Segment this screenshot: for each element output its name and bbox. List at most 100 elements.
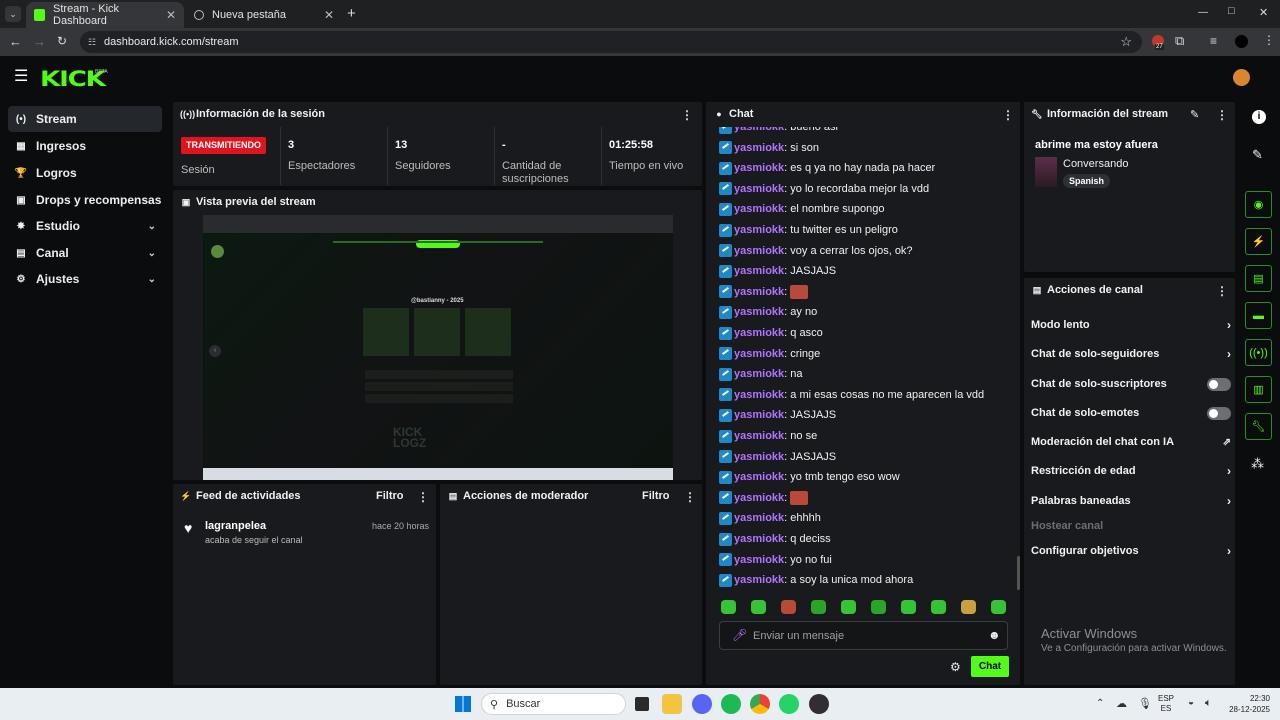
- maximize-button[interactable]: □: [1228, 5, 1235, 17]
- chat-message[interactable]: yasmiokk: ay no: [719, 304, 817, 320]
- close-window-button[interactable]: ✕: [1259, 6, 1268, 19]
- chat-message[interactable]: yasmiokk: yo tmb tengo eso wow: [719, 469, 900, 485]
- rail-button-document[interactable]: ▤: [1245, 265, 1272, 292]
- chat-username[interactable]: yasmiokk: [734, 348, 784, 360]
- quick-emote[interactable]: [901, 600, 916, 614]
- chat-username[interactable]: yasmiokk: [734, 574, 784, 586]
- chat-username[interactable]: yasmiokk: [734, 245, 784, 257]
- media-control-icon[interactable]: ≡: [1210, 34, 1217, 48]
- more-options-icon[interactable]: ⋮: [417, 490, 429, 504]
- stream-preview-video[interactable]: @bastianny - 2025 KICK LOGZ ‹: [203, 215, 673, 480]
- discord-icon[interactable]: [692, 694, 712, 714]
- chat-username[interactable]: yasmiokk: [734, 327, 784, 339]
- edit-icon[interactable]: ✎: [1252, 147, 1263, 163]
- followers-only-row[interactable]: Chat de solo-seguidores ›: [1031, 345, 1231, 363]
- user-avatar[interactable]: [1233, 69, 1250, 86]
- chat-username[interactable]: yasmiokk: [734, 286, 784, 298]
- quick-emote[interactable]: [811, 600, 826, 614]
- more-options-icon[interactable]: ⋮: [1216, 108, 1228, 122]
- mod-filter-button[interactable]: Filtro: [642, 490, 670, 502]
- extensions-puzzle-icon[interactable]: ⧉: [1175, 33, 1184, 49]
- tab-close-icon[interactable]: ✕: [324, 8, 334, 22]
- sidebar-item-estudio[interactable]: ✸ Estudio ⌄: [8, 213, 162, 239]
- chat-username[interactable]: yasmiokk: [734, 389, 784, 401]
- address-bar[interactable]: ☷ dashboard.kick.com/stream ☆: [80, 31, 1142, 53]
- chat-username[interactable]: yasmiokk: [734, 451, 784, 463]
- activity-filter-button[interactable]: Filtro: [376, 490, 404, 502]
- language-indicator[interactable]: ESP ES: [1158, 694, 1174, 714]
- subscribers-only-toggle[interactable]: [1207, 377, 1231, 391]
- emoji-icon[interactable]: ☻: [988, 628, 1001, 642]
- chat-message[interactable]: yasmiokk: voy a cerrar los ojos, ok?: [719, 243, 913, 259]
- chat-username[interactable]: yasmiokk: [734, 224, 784, 236]
- profile-avatar[interactable]: [1235, 35, 1248, 48]
- quick-emote[interactable]: [751, 600, 766, 614]
- chrome-icon[interactable]: [750, 694, 770, 714]
- chat-options-icon[interactable]: ⋮: [1002, 108, 1014, 122]
- rail-button-camera[interactable]: ◉: [1245, 191, 1272, 218]
- back-icon[interactable]: ←: [9, 34, 22, 49]
- windows-start-icon[interactable]: [455, 696, 471, 712]
- new-tab-button[interactable]: +: [347, 5, 356, 22]
- chat-username[interactable]: yasmiokk: [734, 533, 784, 545]
- chat-message[interactable]: yasmiokk: JASJAJS: [719, 263, 836, 279]
- rail-button-lightning[interactable]: ⚡: [1245, 228, 1272, 255]
- mic-tray-icon[interactable]: 🎙︎: [1138, 697, 1152, 710]
- forward-icon[interactable]: →: [33, 34, 46, 49]
- chat-message[interactable]: yasmiokk: si son: [719, 140, 819, 156]
- chat-settings-icon[interactable]: ⚙: [950, 660, 961, 674]
- task-view-icon[interactable]: [635, 697, 649, 711]
- more-options-icon[interactable]: ⋮: [1216, 284, 1228, 298]
- chat-message[interactable]: yasmiokk: JASJAJS: [719, 407, 836, 423]
- chat-message[interactable]: yasmiokk: na: [719, 366, 803, 382]
- tray-chevron-icon[interactable]: ⌃: [1096, 698, 1104, 709]
- tab-search-button[interactable]: ⌄: [5, 6, 21, 22]
- chat-scrollbar[interactable]: [1017, 556, 1020, 590]
- chat-message[interactable]: yasmiokk: no se: [719, 428, 817, 444]
- chat-username[interactable]: yasmiokk: [734, 203, 784, 215]
- obs-icon[interactable]: [809, 694, 829, 714]
- sidebar-item-ingresos[interactable]: ▦ Ingresos: [8, 133, 162, 159]
- chat-message[interactable]: yasmiokk: q asco: [719, 325, 823, 341]
- sidebar-item-drops[interactable]: ▣ Drops y recompensas: [8, 187, 162, 213]
- sidebar-item-ajustes[interactable]: ⚙ Ajustes ⌄: [8, 266, 162, 292]
- quick-emote[interactable]: [781, 600, 796, 614]
- chat-message[interactable]: yasmiokk: a mi esas cosas no me aparecen…: [719, 387, 984, 403]
- quick-emote[interactable]: [931, 600, 946, 614]
- chat-username[interactable]: yasmiokk: [734, 409, 784, 421]
- chat-username[interactable]: yasmiokk: [734, 471, 784, 483]
- chat-message[interactable]: yasmiokk: el nombre supongo: [719, 201, 884, 217]
- chat-username[interactable]: yasmiokk: [734, 512, 784, 524]
- chat-message[interactable]: yasmiokk:: [719, 490, 809, 506]
- info-icon[interactable]: i: [1252, 110, 1266, 124]
- rail-button-chat[interactable]: ▬: [1245, 302, 1272, 329]
- slow-mode-row[interactable]: Modo lento ›: [1031, 316, 1231, 334]
- chat-message[interactable]: yasmiokk: tu twitter es un peligro: [719, 222, 898, 238]
- rail-button-broadcast[interactable]: ((•)): [1245, 339, 1272, 366]
- chat-message[interactable]: yasmiokk: yo lo recordaba mejor la vdd: [719, 181, 929, 197]
- clock[interactable]: 22:30 28-12-2025: [1222, 693, 1270, 715]
- taskbar-search[interactable]: ⚲ Buscar: [481, 693, 626, 715]
- chat-username[interactable]: yasmiokk: [734, 306, 784, 318]
- quick-emote[interactable]: [991, 600, 1006, 614]
- ai-moderation-row[interactable]: Moderación del chat con IA ⇗: [1031, 433, 1231, 451]
- emotes-only-toggle[interactable]: [1207, 406, 1231, 420]
- wifi-icon[interactable]: ◒: [1188, 697, 1194, 708]
- spotify-icon[interactable]: [721, 694, 741, 714]
- chat-username[interactable]: yasmiokk: [734, 142, 784, 154]
- file-explorer-icon[interactable]: [662, 694, 682, 714]
- browser-menu-icon[interactable]: ⋮: [1263, 33, 1275, 47]
- sidebar-item-stream[interactable]: (•) Stream: [8, 106, 162, 132]
- edit-pencil-icon[interactable]: ✎: [1190, 108, 1199, 121]
- chat-message[interactable]: yasmiokk: a soy la unica mod ahora: [719, 572, 913, 588]
- chat-username[interactable]: yasmiokk: [734, 162, 784, 174]
- chat-message[interactable]: yasmiokk: ehhhh: [719, 510, 821, 526]
- sidebar-item-logros[interactable]: 🏆 Logros: [8, 160, 162, 186]
- chat-username[interactable]: yasmiokk: [734, 368, 784, 380]
- chat-username[interactable]: yasmiokk: [734, 265, 784, 277]
- chat-message[interactable]: yasmiokk: es q ya no hay nada pa hacer: [719, 160, 935, 176]
- language-tag[interactable]: Spanish: [1063, 174, 1111, 188]
- chat-message[interactable]: yasmiokk:: [719, 284, 809, 300]
- chat-username[interactable]: yasmiokk: [734, 492, 784, 504]
- browser-tab[interactable]: Nueva pestaña ✕: [186, 2, 342, 28]
